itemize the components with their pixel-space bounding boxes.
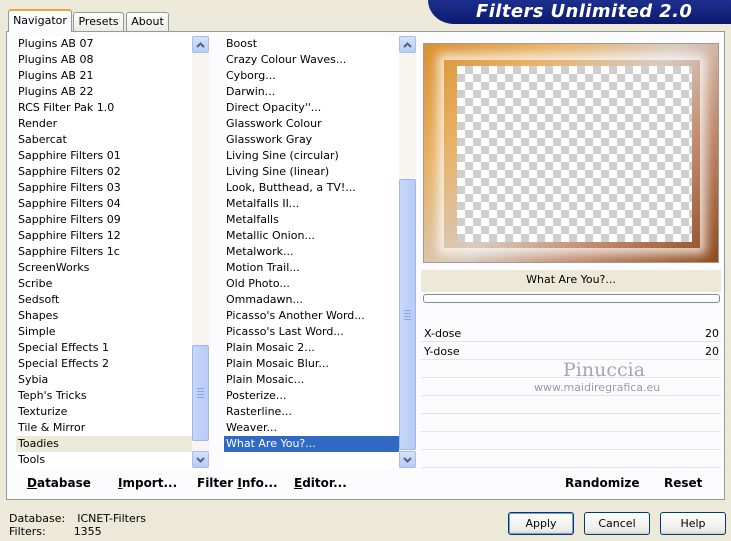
list-item[interactable]: Old Photo... [224,276,399,292]
cancel-button[interactable]: Cancel [584,512,650,535]
list-item[interactable]: Glasswork Gray [224,132,399,148]
list-item[interactable]: RCS Filter Pak 1.0 [16,100,192,116]
chevron-down-icon [196,453,205,466]
filter-scrollbar[interactable] [399,36,416,468]
list-item[interactable]: Plain Mosaic 2... [224,340,399,356]
list-item[interactable]: Sapphire Filters 12 [16,228,192,244]
list-item[interactable]: Metalfalls II... [224,196,399,212]
list-item[interactable]: Sapphire Filters 1c [16,244,192,260]
list-item[interactable]: Ommadawn... [224,292,399,308]
import-button[interactable]: Import... [118,476,177,490]
param-row-empty [421,433,721,450]
editor-button[interactable]: Editor... [294,476,347,490]
list-item[interactable]: Tools [16,452,192,468]
filter-name: What Are You?... [526,273,616,286]
randomize-button[interactable]: Randomize [565,476,639,490]
apply-button[interactable]: Apply [508,512,574,535]
list-item[interactable]: Living Sine (linear) [224,164,399,180]
list-item[interactable]: Scribe [16,276,192,292]
list-item[interactable]: Darwin... [224,84,399,100]
list-item[interactable]: Sabercat [16,132,192,148]
help-button[interactable]: Help [660,512,726,535]
chevron-up-icon [403,38,412,51]
param-row-y-dose[interactable]: Y-dose 20 [421,343,721,360]
list-item[interactable]: Special Effects 2 [16,356,192,372]
param-row-empty [421,415,721,432]
list-item[interactable]: Metalfalls [224,212,399,228]
list-item[interactable]: Shapes [16,308,192,324]
list-item[interactable]: Living Sine (circular) [224,148,399,164]
list-item[interactable]: Plugins AB 22 [16,84,192,100]
filter-info-button[interactable]: Filter Info... [197,476,278,490]
preview-image [423,43,719,263]
tab-about[interactable]: About [126,12,169,31]
list-item[interactable]: Toadies [16,436,192,452]
tab-presets[interactable]: Presets [73,12,124,31]
list-item[interactable]: Boost [224,36,399,52]
list-item[interactable]: What Are You?... [224,436,399,452]
watermark-url: www.maidiregrafica.eu [534,381,661,394]
scroll-thumb[interactable] [399,179,416,450]
scroll-down-button[interactable] [192,451,209,468]
list-item[interactable]: Picasso's Last Word... [224,324,399,340]
list-item[interactable]: Sapphire Filters 03 [16,180,192,196]
list-item[interactable]: Sapphire Filters 01 [16,148,192,164]
list-item[interactable]: Posterize... [224,388,399,404]
tab-navigator[interactable]: Navigator [8,9,72,32]
list-item[interactable]: Sapphire Filters 04 [16,196,192,212]
status-database: Database: ICNET-Filters [9,512,146,525]
scroll-thumb[interactable] [192,345,209,441]
filter-list[interactable]: Boost Crazy Colour Waves... Cyborg... Darwi… [224,36,399,468]
list-item[interactable]: Metalwork... [224,244,399,260]
list-item[interactable]: Plugins AB 21 [16,68,192,84]
scroll-up-button[interactable] [399,36,416,53]
database-button[interactable]: Database [27,476,91,490]
param-row-empty [421,397,721,414]
transparency-checkerboard [457,66,692,242]
list-item[interactable]: Rasterline... [224,404,399,420]
list-item[interactable]: Picasso's Another Word... [224,308,399,324]
list-item[interactable]: Crazy Colour Waves... [224,52,399,68]
param-label: X-dose [424,327,462,340]
param-row-empty [421,451,721,468]
list-item[interactable]: Plain Mosaic... [224,372,399,388]
list-item[interactable]: Plugins AB 07 [16,36,192,52]
list-item[interactable]: Sapphire Filters 09 [16,212,192,228]
list-item[interactable]: Tile & Mirror [16,420,192,436]
list-item[interactable]: ScreenWorks [16,260,192,276]
status-filters: Filters: 1355 [9,525,102,538]
list-item[interactable]: Sapphire Filters 02 [16,164,192,180]
list-item[interactable]: Metallic Onion... [224,228,399,244]
progress-bar [423,294,720,303]
list-item[interactable]: Sybia [16,372,192,388]
scroll-up-button[interactable] [192,36,209,53]
scroll-down-button[interactable] [399,451,416,468]
list-item[interactable]: Simple [16,324,192,340]
list-item[interactable]: Plain Mosaic Blur... [224,356,399,372]
list-item[interactable]: Motion Trail... [224,260,399,276]
list-item[interactable]: Glasswork Colour [224,116,399,132]
chevron-up-icon [196,38,205,51]
param-value: 20 [705,345,719,358]
list-item[interactable]: Cyborg... [224,68,399,84]
chevron-down-icon [403,453,412,466]
reset-button[interactable]: Reset [664,476,702,490]
list-item[interactable]: Render [16,116,192,132]
app-title: Filters Unlimited 2.0 [476,1,693,22]
list-item[interactable]: Teph's Tricks [16,388,192,404]
category-list[interactable]: Plugins AB 07 Plugins AB 08 Plugins AB 21 P… [16,36,192,468]
param-value: 20 [705,327,719,340]
list-item[interactable]: Direct Opacity''... [224,100,399,116]
list-item[interactable]: Special Effects 1 [16,340,192,356]
list-item[interactable]: Sedsoft [16,292,192,308]
watermark-name: Pinuccia [563,359,646,381]
param-label: Y-dose [424,345,460,358]
list-item[interactable]: Texturize [16,404,192,420]
category-scrollbar[interactable] [192,36,209,468]
list-item[interactable]: Plugins AB 08 [16,52,192,68]
list-item[interactable]: Weaver... [224,420,399,436]
param-row-x-dose[interactable]: X-dose 20 [421,325,721,342]
list-item[interactable]: Look, Butthead, a TV!... [224,180,399,196]
